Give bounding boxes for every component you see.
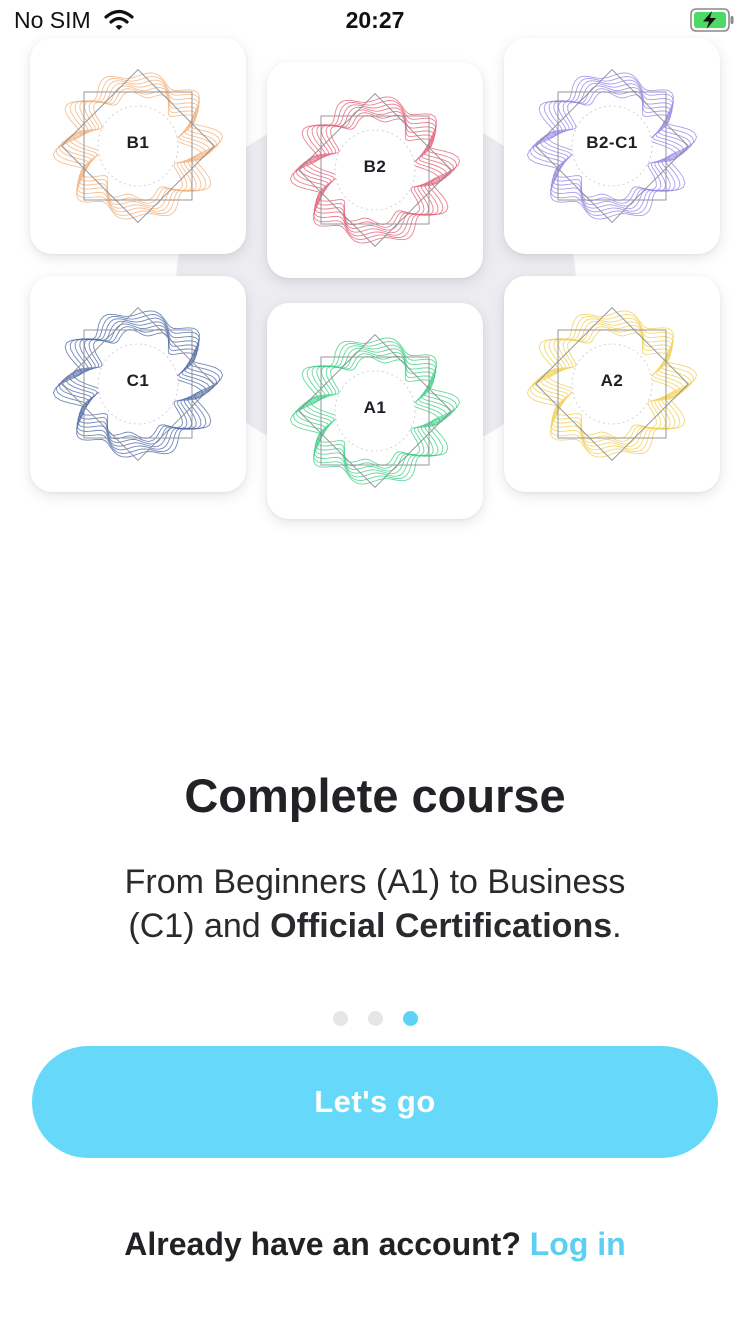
- subtitle-emphasis: Official Certifications: [270, 907, 613, 945]
- certificate-card-a1: A1: [267, 303, 483, 519]
- certificate-collage: B1 B2 B2-C1 C1 A1 A2: [0, 0, 750, 540]
- certificate-level-label: B2: [363, 157, 387, 176]
- lets-go-button[interactable]: Let's go: [32, 1046, 718, 1158]
- page-dot[interactable]: [332, 1011, 348, 1026]
- certificate-level-label: A1: [363, 398, 387, 417]
- page-indicator: [0, 1011, 750, 1026]
- certificate-level-label: B1: [126, 133, 150, 152]
- subtitle-end: .: [612, 907, 622, 945]
- login-prompt: Already have an account? Log in: [0, 1226, 750, 1263]
- login-link[interactable]: Log in: [530, 1226, 626, 1262]
- page-subtitle: From Beginners (A1) to Business (C1) and…: [110, 860, 640, 948]
- certificate-level-label: A2: [600, 371, 624, 390]
- certificate-card-b2-c1: B2-C1: [504, 38, 720, 254]
- page-title: Complete course: [184, 769, 566, 822]
- certificate-card-b1: B1: [30, 38, 246, 254]
- onboarding-screen: No SIM 20:27 B1 B2 B2-C1 C1 A1 A2 Complete co…: [0, 0, 750, 1334]
- account-prompt-text: Already have an account?: [124, 1226, 521, 1262]
- certificate-card-a2: A2: [504, 276, 720, 492]
- page-dot[interactable]: [402, 1011, 418, 1026]
- certificate-card-b2: B2: [267, 62, 483, 278]
- certificate-level-label: B2-C1: [586, 133, 638, 152]
- page-dot[interactable]: [367, 1011, 383, 1026]
- certificate-card-c1: C1: [30, 276, 246, 492]
- certificate-level-label: C1: [126, 371, 150, 390]
